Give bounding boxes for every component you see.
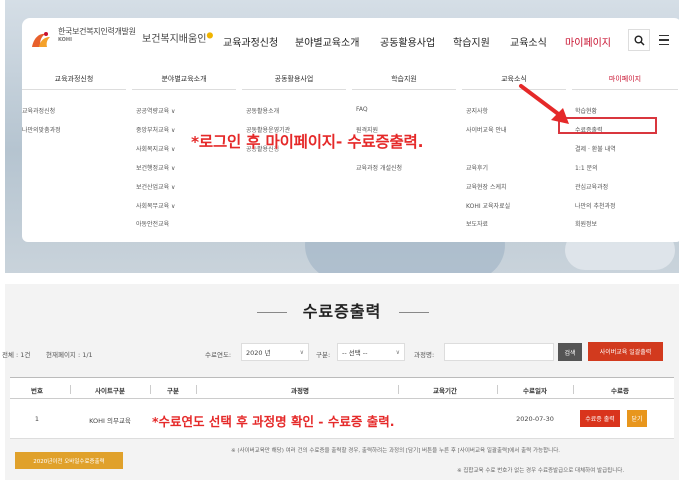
course-label: 과정명: — [414, 351, 435, 359]
mega-item[interactable]: 교육현장 스케치 — [466, 182, 507, 191]
mega-item[interactable]: 나만의맞춤과정 — [22, 125, 61, 134]
mega-item[interactable]: 사회복지교육 ∨ — [136, 144, 175, 153]
bottom-screenshot-panel: 수료증출력 전체 : 1건 현재페이지 : 1/1 수료연도: 2020 년 ∨… — [2, 284, 679, 480]
note-cyber-batch: ※ (사이버교육만 해당) 여러 건의 수료증을 출력할 경우, 출력하려는 과… — [231, 448, 561, 454]
logo-subtitle[interactable]: 보건복지배움인● — [142, 30, 213, 45]
note-group-edu: ※ 집합교육 수료 번호가 없는 경우 수료증발급으로 대체하여 발급됩니다. — [457, 468, 625, 474]
cyber-batch-print-button[interactable]: 사이버교육 일괄출력 — [588, 342, 663, 361]
mega-item[interactable]: 교육후기 — [466, 163, 488, 172]
th-type: 구분 — [167, 387, 179, 395]
filter-row: 전체 : 1건 현재페이지 : 1/1 수료연도: 2020 년 ∨ 구분: -… — [2, 339, 679, 369]
mega-item[interactable]: KOHI 교육자료실 — [466, 201, 510, 210]
mega-item[interactable]: 나만의 추천과정 — [575, 201, 616, 210]
mega-item[interactable]: 보건행정교육 ∨ — [136, 163, 175, 172]
header-divider — [70, 385, 71, 394]
nav-field-intro[interactable]: 분야별교육소개 — [295, 34, 359, 49]
search-button[interactable]: 검색 — [558, 343, 582, 361]
mega-col-title-mypage[interactable]: 마이페이지 — [572, 68, 678, 90]
mega-item[interactable]: 중앙부처교육 ∨ — [136, 125, 175, 134]
logo-text-english[interactable]: KOHI — [58, 37, 72, 43]
annotation-top: *로그인 후 마이페이지- 수료증출력. — [191, 133, 424, 151]
th-certificate: 수료증 — [611, 387, 629, 395]
header-divider — [573, 385, 574, 394]
mega-item[interactable]: 교육과정 개설신청 — [356, 163, 402, 172]
search-button[interactable] — [628, 29, 650, 51]
chevron-down-icon: ∨ — [395, 348, 400, 356]
page-title: 수료증출력 — [302, 302, 382, 321]
annotation-bottom: *수료연도 선택 후 과정명 확인 - 수료증 출력. — [152, 414, 395, 429]
chevron-down-icon: ∨ — [299, 348, 304, 356]
mega-item[interactable]: 공공역량교육 ∨ — [136, 106, 175, 115]
type-label: 구분: — [316, 351, 331, 359]
title-dash-right — [399, 312, 429, 313]
header-divider — [150, 385, 151, 394]
search-icon — [634, 35, 645, 46]
hamburger-icon-line — [659, 43, 669, 46]
header-divider — [196, 385, 197, 394]
mega-item[interactable]: 교육과정신청 — [22, 106, 55, 115]
mega-item[interactable]: 공동활용소개 — [246, 106, 279, 115]
logo-subtitle-text: 보건복지배움인 — [142, 34, 207, 45]
mega-col-title-field-intro[interactable]: 분야별교육소개 — [132, 68, 236, 90]
logo-mark-icon[interactable] — [30, 31, 52, 49]
nav-mypage[interactable]: 마이페이지 — [565, 34, 611, 49]
nav-education-news[interactable]: 교육소식 — [510, 34, 547, 49]
nav-course-apply[interactable]: 교육과정신청 — [223, 34, 278, 49]
certificate-print-button[interactable]: 수료증 출력 — [580, 410, 620, 427]
type-select[interactable]: -- 선택 -- ∨ — [337, 343, 405, 361]
year-select-value: 2020 년 — [246, 349, 271, 357]
th-completion-date: 수료일자 — [523, 387, 547, 395]
mega-col-title-course-apply[interactable]: 교육과정신청 — [22, 68, 126, 90]
red-arrow-icon — [519, 84, 569, 124]
type-select-value: -- 선택 -- — [342, 349, 368, 357]
hamburger-icon-line — [659, 39, 669, 41]
mega-menu: 교육과정신청 교육과정신청 나만의맞춤과정 분야별교육소개 공공역량교육 ∨ 중… — [22, 64, 679, 242]
mega-item[interactable]: 보건산업교육 ∨ — [136, 182, 175, 191]
year-select[interactable]: 2020 년 ∨ — [241, 343, 309, 361]
nav-shared-use[interactable]: 공동활용사업 — [380, 34, 435, 49]
mega-item[interactable]: 공지사항 — [466, 106, 488, 115]
page-title-wrap: 수료증출력 — [5, 298, 679, 328]
mega-item[interactable]: 사회복무교육 ∨ — [136, 201, 175, 210]
table-header: 번호 사이트구분 구분 과정명 교육기간 수료일자 수료증 — [10, 377, 674, 399]
mega-item[interactable]: 1:1 문의 — [575, 163, 598, 172]
cell-site: KOHI 의무교육 — [89, 417, 131, 425]
header-divider — [497, 385, 498, 394]
mega-item[interactable]: FAQ — [356, 106, 368, 113]
page-indicator: 현재페이지 : 1/1 — [46, 351, 93, 359]
site-header: 한국보건복지인력개발원 KOHI 보건복지배움인● 교육과정신청 분야별교육소개… — [22, 18, 679, 64]
mega-col-title-shared-use[interactable]: 공동활용사업 — [242, 68, 346, 90]
star-icon: ● — [206, 30, 214, 40]
hamburger-icon-line — [659, 34, 669, 37]
th-site: 사이트구분 — [95, 387, 125, 395]
mega-item: 회원정보 — [575, 221, 598, 228]
mega-item[interactable]: 결제 · 환불 내역 — [575, 144, 616, 153]
th-no: 번호 — [31, 387, 43, 395]
nav-learning-support[interactable]: 학습지원 — [453, 34, 490, 49]
mega-item[interactable]: 관심교육과정 — [575, 182, 608, 191]
mega-item[interactable]: 학습현황 — [575, 106, 597, 115]
logo-text-korean[interactable]: 한국보건복지인력개발원 — [58, 26, 136, 37]
pre-2020-mobile-cert-button[interactable]: 2020년이전 오바일수료증출력 — [15, 452, 123, 469]
hamburger-menu-button[interactable] — [656, 30, 674, 50]
header-divider — [398, 385, 399, 394]
mega-item[interactable]: 보도자료 — [466, 219, 488, 228]
mega-col-title-learning-support[interactable]: 학습지원 — [352, 68, 456, 90]
th-period: 교육기간 — [433, 387, 457, 395]
cell-no: 1 — [34, 415, 40, 423]
mega-item[interactable]: 사이버교육 안내 — [466, 125, 507, 134]
course-name-input[interactable] — [444, 343, 554, 361]
close-button[interactable]: 닫기 — [627, 410, 647, 427]
th-course: 과정명 — [291, 387, 309, 395]
cell-completion-date: 2020-07-30 — [516, 415, 554, 423]
title-dash-left — [257, 312, 287, 313]
year-label: 수료연도: — [205, 351, 232, 359]
total-count: 전체 : 1건 — [2, 351, 31, 359]
mega-item[interactable]: 아동안전교육 — [136, 219, 169, 228]
top-screenshot-panel: 한국보건복지인력개발원 KOHI 보건복지배움인● 교육과정신청 분야별교육소개… — [5, 0, 679, 273]
